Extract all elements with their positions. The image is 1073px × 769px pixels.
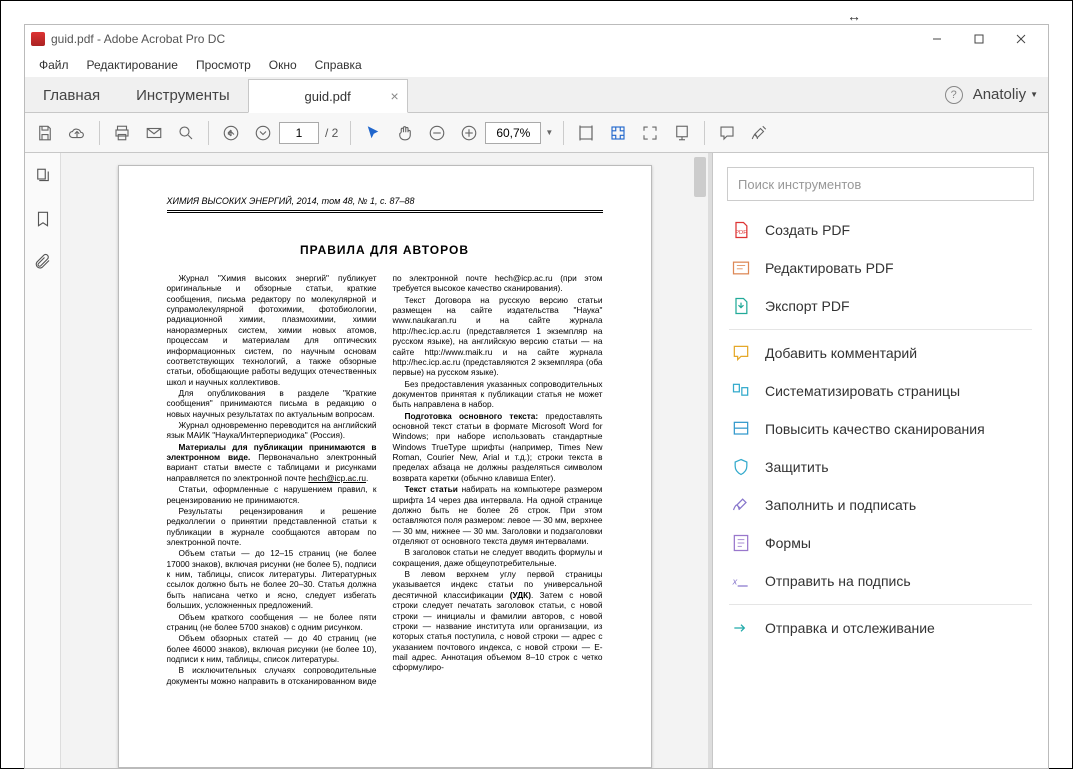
tool-fill-sign[interactable]: Заполнить и подписать xyxy=(713,486,1048,524)
tool-enhance-scan[interactable]: Повысить качество сканирования xyxy=(713,410,1048,448)
organize-icon xyxy=(731,381,751,401)
tab-document[interactable]: guid.pdf × xyxy=(248,79,408,113)
left-sidebar xyxy=(25,153,61,768)
tools-panel: Поиск инструментов PDFСоздать PDF Редакт… xyxy=(712,153,1048,768)
document-area[interactable]: ХИМИЯ ВЫСОКИХ ЭНЕРГИЙ, 2014, том 48, № 1… xyxy=(61,153,708,768)
email-button[interactable] xyxy=(138,117,170,149)
bookmarks-icon[interactable] xyxy=(34,210,52,233)
titlebar: guid.pdf - Adobe Acrobat Pro DC xyxy=(25,25,1048,53)
toolbar: / 2 ▼ xyxy=(25,113,1048,153)
tool-send-track[interactable]: Отправка и отслеживание xyxy=(713,609,1048,647)
tool-create-pdf[interactable]: PDFСоздать PDF xyxy=(713,211,1048,249)
next-page-button[interactable] xyxy=(247,117,279,149)
thumbnails-icon[interactable] xyxy=(34,167,52,190)
user-menu[interactable]: Anatoliy ▼ xyxy=(973,86,1038,103)
tool-protect[interactable]: Защитить xyxy=(713,448,1048,486)
fullscreen-button[interactable] xyxy=(634,117,666,149)
doc-tab-label: guid.pdf xyxy=(304,89,350,104)
scrollbar[interactable] xyxy=(694,157,706,197)
zoom-dropdown-icon[interactable]: ▼ xyxy=(541,128,557,137)
export-pdf-icon xyxy=(731,296,751,316)
fit-width-button[interactable] xyxy=(570,117,602,149)
tool-comment[interactable]: Добавить комментарий xyxy=(713,334,1048,372)
send-track-icon xyxy=(731,618,751,638)
search-button[interactable] xyxy=(170,117,202,149)
send-sign-icon: x xyxy=(731,571,751,591)
pdf-page: ХИМИЯ ВЫСОКИХ ЭНЕРГИЙ, 2014, том 48, № 1… xyxy=(118,165,652,768)
menu-view[interactable]: Просмотр xyxy=(188,56,259,74)
tab-bar: Главная Инструменты guid.pdf × ? Anatoli… xyxy=(25,77,1048,113)
zoom-input[interactable] xyxy=(485,122,541,144)
maximize-button[interactable] xyxy=(958,26,1000,52)
tool-organize[interactable]: Систематизировать страницы xyxy=(713,372,1048,410)
resize-indicator: ↔ xyxy=(847,8,861,24)
sign-icon xyxy=(731,495,751,515)
close-tab-icon[interactable]: × xyxy=(390,88,398,104)
page-total-label: / 2 xyxy=(319,126,344,140)
help-icon[interactable]: ? xyxy=(945,86,963,104)
tool-forms[interactable]: Формы xyxy=(713,524,1048,562)
tools-search-input[interactable]: Поиск инструментов xyxy=(727,167,1034,201)
menubar: Файл Редактирование Просмотр Окно Справк… xyxy=(25,53,1048,77)
fit-page-button[interactable] xyxy=(602,117,634,149)
window-title: guid.pdf - Adobe Acrobat Pro DC xyxy=(51,32,916,46)
scan-icon xyxy=(731,419,751,439)
selection-tool-button[interactable] xyxy=(357,117,389,149)
close-button[interactable] xyxy=(1000,26,1042,52)
menu-file[interactable]: Файл xyxy=(31,56,77,74)
tab-home[interactable]: Главная xyxy=(25,79,118,112)
user-name: Anatoliy xyxy=(973,86,1026,103)
doc-title: ПРАВИЛА ДЛЯ АВТОРОВ xyxy=(167,243,603,257)
create-pdf-icon: PDF xyxy=(731,220,751,240)
tool-send-sign[interactable]: xОтправить на подпись xyxy=(713,562,1048,600)
minimize-button[interactable] xyxy=(916,26,958,52)
read-mode-button[interactable] xyxy=(666,117,698,149)
doc-body: Журнал "Химия высоких энергий" публикует… xyxy=(167,273,603,686)
edit-pdf-icon xyxy=(731,258,751,278)
print-button[interactable] xyxy=(106,117,138,149)
zoom-out-button[interactable] xyxy=(421,117,453,149)
sign-button[interactable] xyxy=(743,117,775,149)
tool-edit-pdf[interactable]: Редактировать PDF xyxy=(713,249,1048,287)
menu-help[interactable]: Справка xyxy=(307,56,370,74)
shield-icon xyxy=(731,457,751,477)
menu-edit[interactable]: Редактирование xyxy=(79,56,186,74)
forms-icon xyxy=(731,533,751,553)
comment-icon xyxy=(731,343,751,363)
cloud-button[interactable] xyxy=(61,117,93,149)
chevron-down-icon: ▼ xyxy=(1030,90,1038,99)
attachments-icon[interactable] xyxy=(34,253,52,276)
app-window: guid.pdf - Adobe Acrobat Pro DC Файл Ред… xyxy=(24,24,1049,769)
tool-export-pdf[interactable]: Экспорт PDF xyxy=(713,287,1048,325)
svg-text:x: x xyxy=(732,576,738,586)
comment-button[interactable] xyxy=(711,117,743,149)
app-icon xyxy=(31,32,45,46)
page-number-input[interactable] xyxy=(279,122,319,144)
menu-window[interactable]: Окно xyxy=(261,56,305,74)
journal-header: ХИМИЯ ВЫСОКИХ ЭНЕРГИЙ, 2014, том 48, № 1… xyxy=(167,196,603,206)
hand-tool-button[interactable] xyxy=(389,117,421,149)
tab-tools[interactable]: Инструменты xyxy=(118,79,248,112)
prev-page-button[interactable] xyxy=(215,117,247,149)
svg-text:PDF: PDF xyxy=(735,230,747,236)
save-button[interactable] xyxy=(29,117,61,149)
search-placeholder: Поиск инструментов xyxy=(738,177,861,192)
zoom-in-button[interactable] xyxy=(453,117,485,149)
